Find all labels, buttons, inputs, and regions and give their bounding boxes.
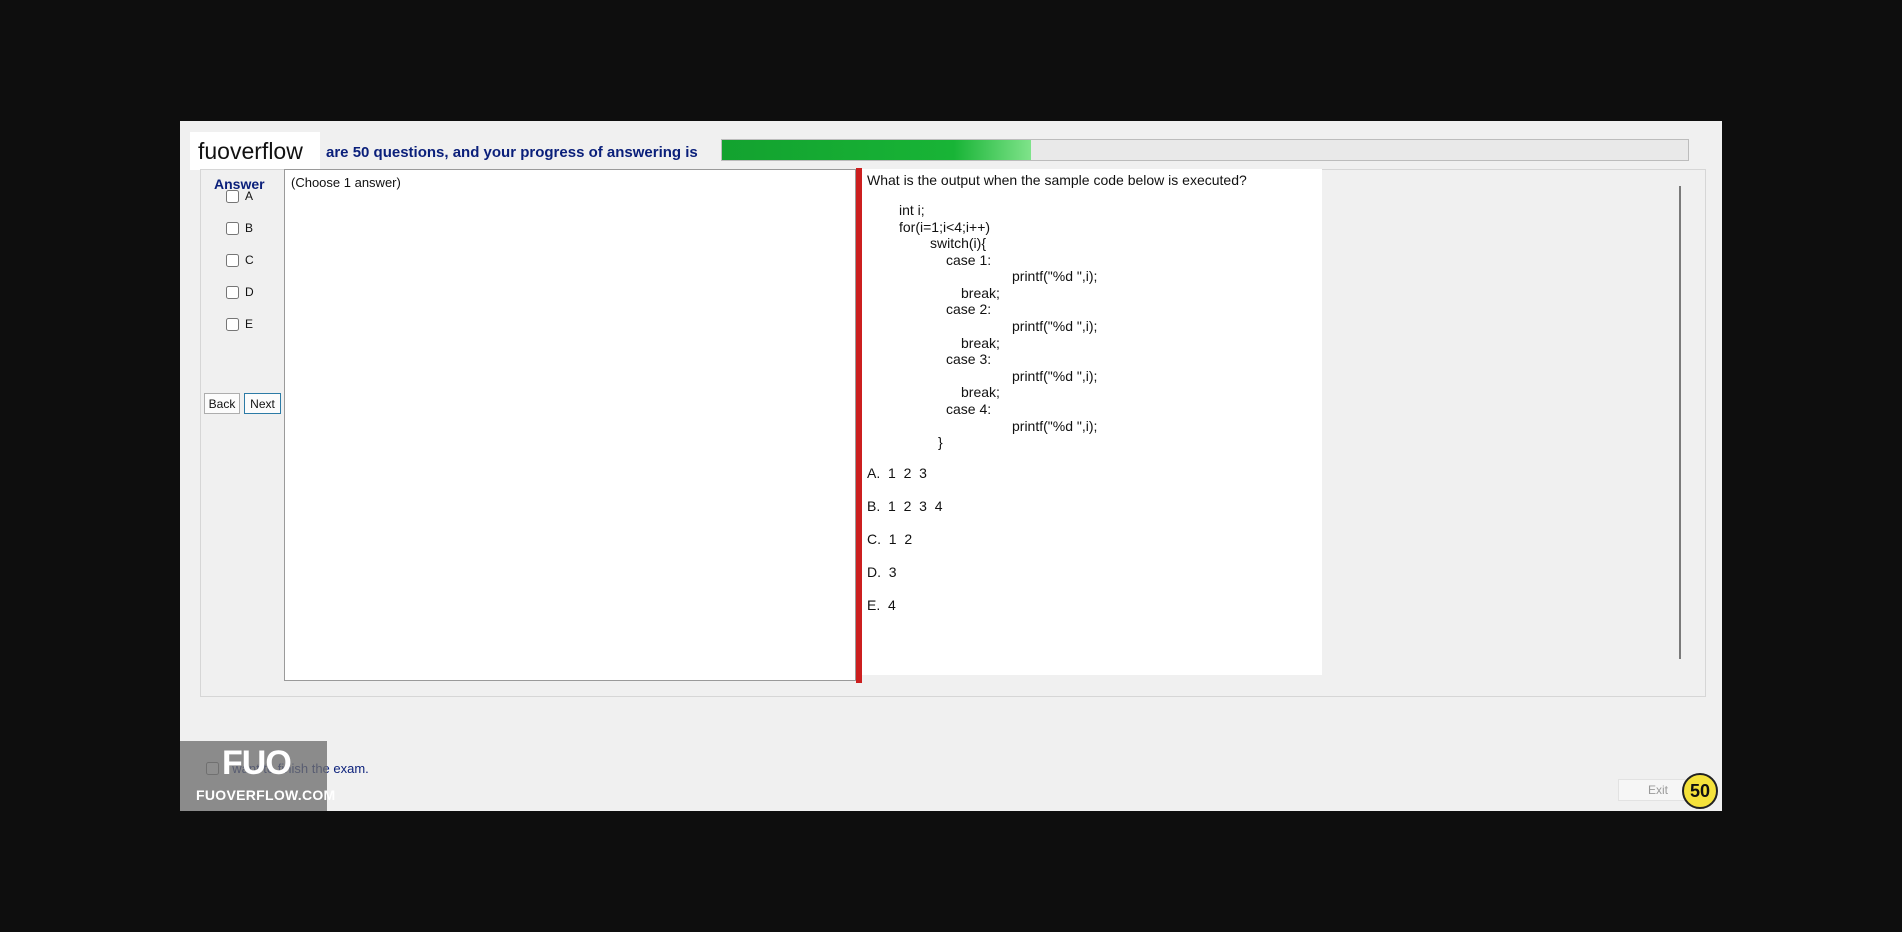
- watermark-sub: FUOVERFLOW.COM: [196, 787, 336, 803]
- scrollbar[interactable]: [1679, 186, 1681, 659]
- code-line: case 4:: [946, 401, 992, 417]
- choice-c: C. 1 2: [867, 531, 913, 547]
- answer-option-c[interactable]: C: [226, 252, 254, 268]
- code-line: for(i=1;i<4;i++): [899, 219, 991, 235]
- answer-option-label: B: [245, 221, 254, 235]
- code-line: break;: [961, 384, 1000, 400]
- next-button[interactable]: Next: [244, 393, 281, 414]
- choice-d: D. 3: [867, 564, 897, 580]
- code-line: printf("%d ",i);: [1012, 318, 1098, 334]
- brand-label: fuoverflow: [190, 132, 320, 170]
- answer-option-a[interactable]: A: [226, 188, 253, 204]
- progress-fill: [722, 140, 1032, 160]
- choose-answer-panel: (Choose 1 answer): [284, 169, 856, 681]
- exam-window: fuoverflow are 50 questions, and your pr…: [180, 121, 1722, 811]
- code-line: switch(i){: [930, 235, 987, 251]
- watermark-logo: FUO FUOVERFLOW.COM: [180, 741, 335, 811]
- answer-option-e[interactable]: E: [226, 316, 253, 332]
- answer-checkbox-e[interactable]: [226, 317, 239, 331]
- progress-text: are 50 questions, and your progress of a…: [326, 144, 698, 161]
- question-prompt: What is the output when the sample code …: [867, 172, 1247, 188]
- choice-e: E. 4: [867, 597, 896, 613]
- answer-option-label: A: [245, 189, 254, 203]
- answer-option-label: C: [245, 253, 254, 267]
- question-panel: What is the output when the sample code …: [862, 169, 1322, 675]
- code-line: break;: [961, 335, 1000, 351]
- code-line: int i;: [899, 202, 925, 218]
- choose-instruction: (Choose 1 answer): [291, 175, 401, 190]
- answer-option-label: E: [245, 317, 254, 331]
- watermark-main: FUO: [222, 744, 292, 782]
- code-line: printf("%d ",i);: [1012, 268, 1098, 284]
- code-line: case 2:: [946, 301, 992, 317]
- code-line: printf("%d ",i);: [1012, 368, 1098, 384]
- answer-checkbox-b[interactable]: [226, 221, 239, 235]
- code-line: printf("%d ",i);: [1012, 418, 1098, 434]
- back-button[interactable]: Back: [204, 393, 240, 414]
- timer-badge: 50: [1682, 773, 1718, 809]
- answer-checkbox-a[interactable]: [226, 189, 239, 203]
- code-line: case 3:: [946, 351, 992, 367]
- answer-checkbox-d[interactable]: [226, 285, 239, 299]
- progress-bar: [721, 139, 1689, 161]
- answer-checkbox-c[interactable]: [226, 253, 239, 267]
- answer-option-b[interactable]: B: [226, 220, 253, 236]
- choice-b: B. 1 2 3 4: [867, 498, 943, 514]
- choice-a: A. 1 2 3: [867, 465, 927, 481]
- code-line: case 1:: [946, 252, 992, 268]
- code-line: break;: [961, 285, 1000, 301]
- code-line: }: [938, 434, 943, 450]
- answer-option-label: D: [245, 285, 254, 299]
- answer-option-d[interactable]: D: [226, 284, 254, 300]
